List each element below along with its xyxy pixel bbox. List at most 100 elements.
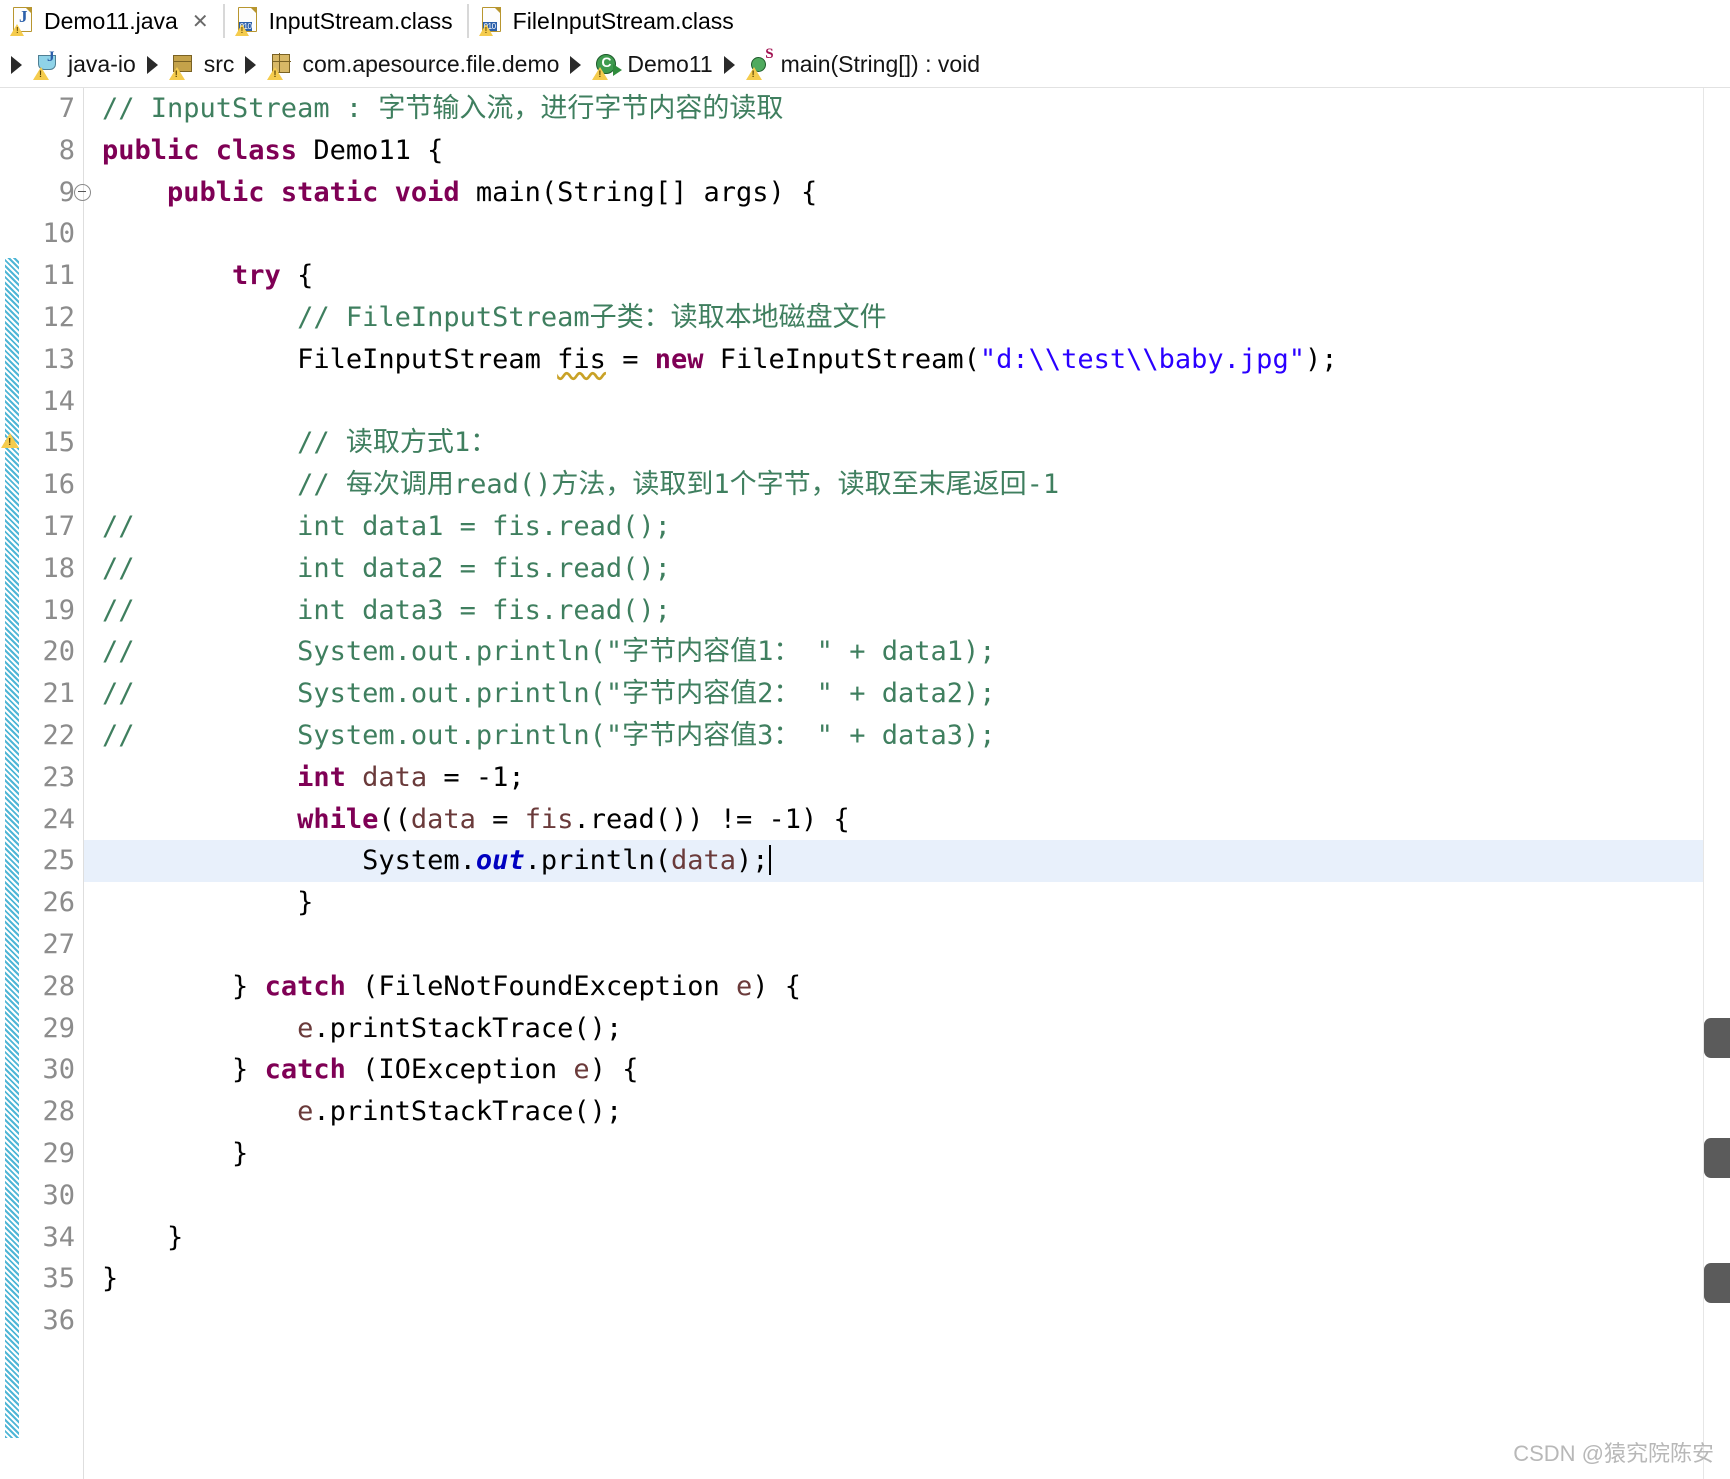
code-token: } xyxy=(102,971,265,1002)
chevron-right-icon xyxy=(147,56,158,74)
code-line[interactable]: public class Demo11 { xyxy=(84,130,1730,172)
code-token: // InputStream : 字节输入流，进行字节内容的读取 xyxy=(102,93,783,124)
code-token: ) { xyxy=(752,971,801,1002)
tab-fileinputstream-class[interactable]: 010 ! FileInputStream.class xyxy=(469,0,748,42)
static-method-icon: S ! xyxy=(746,51,774,79)
code-token: e xyxy=(297,1096,313,1127)
code-token: out xyxy=(476,845,525,876)
code-line[interactable]: e.printStackTrace(); xyxy=(84,1091,1730,1133)
line-number: 34 xyxy=(20,1217,75,1259)
package-icon: ! xyxy=(267,51,295,79)
code-token: new xyxy=(655,344,720,375)
annotation-ruler[interactable]: ! xyxy=(0,88,20,1479)
code-line[interactable]: } xyxy=(84,1258,1730,1300)
overview-ruler[interactable] xyxy=(1703,88,1730,1479)
tab-inputstream-class[interactable]: 010 ! InputStream.class xyxy=(225,0,467,42)
code-token: .read()) != -1) { xyxy=(573,804,849,835)
breadcrumb-item-package[interactable]: ! com.apesource.file.demo xyxy=(263,51,563,79)
code-line[interactable] xyxy=(84,381,1730,423)
code-token xyxy=(102,1013,297,1044)
line-number: 14 xyxy=(20,381,75,423)
code-line[interactable]: // System.out.println("字节内容值3： " + data3… xyxy=(84,715,1730,757)
close-icon[interactable]: ✕ xyxy=(192,9,209,34)
code-line[interactable]: // int data2 = fis.read(); xyxy=(84,548,1730,590)
code-line[interactable]: // InputStream : 字节输入流，进行字节内容的读取 xyxy=(84,88,1730,130)
code-token xyxy=(102,260,232,291)
code-token: = xyxy=(606,344,655,375)
code-line[interactable]: // System.out.println("字节内容值2： " + data2… xyxy=(84,673,1730,715)
code-line[interactable]: // 每次调用read()方法，读取到1个字节，读取至末尾返回-1 xyxy=(84,464,1730,506)
code-editor[interactable]: ! 78910111213141516171819202122232425262… xyxy=(0,88,1730,1479)
tab-demo11-java[interactable]: J ! Demo11.java ✕ xyxy=(0,0,223,42)
breadcrumb-label: src xyxy=(204,51,235,78)
code-token xyxy=(102,302,297,333)
breadcrumb-item-src[interactable]: ! src xyxy=(165,51,239,79)
code-token: System. xyxy=(102,845,476,876)
code-token: e xyxy=(736,971,752,1002)
overview-marker[interactable] xyxy=(1704,1263,1730,1303)
code-token: // int data3 = fis.read(); xyxy=(102,595,671,626)
breadcrumb-item-class[interactable]: ! Demo11 xyxy=(588,51,716,79)
code-line[interactable] xyxy=(84,1300,1730,1342)
code-token: // FileInputStream子类：读取本地磁盘文件 xyxy=(297,302,887,333)
tab-label: Demo11.java xyxy=(44,8,178,35)
text-caret xyxy=(769,845,771,875)
code-token: (FileNotFoundException xyxy=(346,971,736,1002)
line-number: 30 xyxy=(20,1175,75,1217)
overview-marker[interactable] xyxy=(1704,1138,1730,1178)
code-line[interactable]: } xyxy=(84,1217,1730,1259)
breadcrumb-item-method[interactable]: S ! main(String[]) : void xyxy=(742,51,984,79)
code-token: fis xyxy=(525,804,574,835)
code-line[interactable]: FileInputStream fis = new FileInputStrea… xyxy=(84,339,1730,381)
code-token: = xyxy=(476,804,525,835)
line-number: 29 xyxy=(20,1008,75,1050)
code-token: // System.out.println("字节内容值2： " + data2… xyxy=(102,678,996,709)
code-token: // int data1 = fis.read(); xyxy=(102,511,671,542)
line-number: 36 xyxy=(20,1300,75,1342)
code-line[interactable]: // 读取方式1： xyxy=(84,422,1730,464)
code-token: .printStackTrace(); xyxy=(313,1096,622,1127)
code-line[interactable]: // FileInputStream子类：读取本地磁盘文件 xyxy=(84,297,1730,339)
code-line[interactable]: public static void main(String[] args) { xyxy=(84,172,1730,214)
line-number: 19 xyxy=(20,590,75,632)
line-number: 18 xyxy=(20,548,75,590)
code-token: // int data2 = fis.read(); xyxy=(102,553,671,584)
watermark-text: CSDN @猿究院陈安 xyxy=(1513,1436,1714,1468)
code-line[interactable]: // int data1 = fis.read(); xyxy=(84,506,1730,548)
code-token: { xyxy=(281,260,314,291)
code-line[interactable]: } catch (IOException e) { xyxy=(84,1049,1730,1091)
code-line[interactable]: // int data3 = fis.read(); xyxy=(84,590,1730,632)
code-line[interactable]: e.printStackTrace(); xyxy=(84,1008,1730,1050)
code-line[interactable]: } xyxy=(84,882,1730,924)
code-line[interactable]: int data = -1; xyxy=(84,757,1730,799)
line-number: 8 xyxy=(20,130,75,172)
code-token: } xyxy=(102,1138,248,1169)
code-token: = -1; xyxy=(427,762,525,793)
line-number: 7 xyxy=(20,88,75,130)
overview-marker[interactable] xyxy=(1704,1018,1730,1058)
code-line[interactable]: } catch (FileNotFoundException e) { xyxy=(84,966,1730,1008)
code-content[interactable]: // InputStream : 字节输入流，进行字节内容的读取 public c… xyxy=(84,88,1730,1479)
line-number: 29 xyxy=(20,1133,75,1175)
breadcrumb-label: java-io xyxy=(68,51,136,78)
code-token: // 读取方式1： xyxy=(297,427,497,458)
line-number: 24 xyxy=(20,799,75,841)
line-number: 17 xyxy=(20,506,75,548)
code-token xyxy=(102,177,167,208)
code-token: data xyxy=(362,762,427,793)
java-project-icon: J ! xyxy=(33,51,61,79)
code-token: data xyxy=(671,845,736,876)
code-line[interactable] xyxy=(84,1175,1730,1217)
code-line[interactable]: System.out.println(data); xyxy=(84,840,1730,882)
warning-marker-icon[interactable]: ! xyxy=(1,433,19,448)
chevron-right-icon xyxy=(570,56,581,74)
code-line[interactable]: // System.out.println("字节内容值1： " + data1… xyxy=(84,631,1730,673)
code-line[interactable] xyxy=(84,213,1730,255)
breadcrumb-item-project[interactable]: J ! java-io xyxy=(29,51,140,79)
code-line[interactable]: while((data = fis.read()) != -1) { xyxy=(84,799,1730,841)
code-token: catch xyxy=(265,1054,346,1085)
code-line[interactable]: } xyxy=(84,1133,1730,1175)
code-line[interactable] xyxy=(84,924,1730,966)
code-line[interactable]: try { xyxy=(84,255,1730,297)
chevron-right-icon xyxy=(245,56,256,74)
